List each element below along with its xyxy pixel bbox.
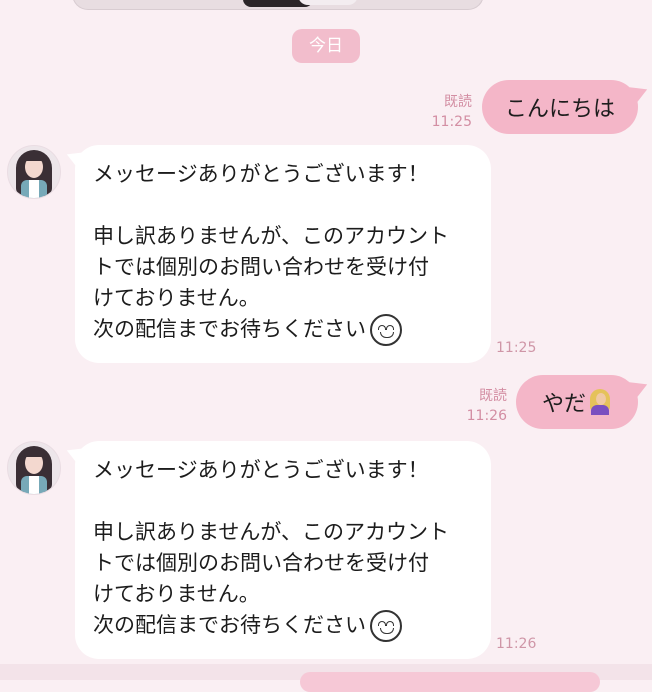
message-line: メッセージありがとうございます！	[93, 458, 429, 482]
previous-image-message[interactable]	[72, 0, 484, 10]
read-receipt: 既読	[479, 388, 507, 404]
input-bar-edge	[0, 664, 652, 692]
message-text: こんにちは	[504, 97, 615, 122]
message-line-with-emoji: 次の配信までお待ちください	[93, 610, 473, 642]
date-separator: 今日	[292, 29, 360, 63]
received-message-bubble[interactable]: メッセージありがとうございます！ 申し訳ありませんが、このアカウント トでは個別…	[75, 441, 491, 659]
image-content-highlight	[298, 0, 358, 5]
message-time: 11:25	[496, 340, 537, 356]
message-meta: 既読 11:25	[420, 92, 472, 132]
sent-message-bubble[interactable]: やだ	[516, 375, 638, 429]
message-time: 11:26	[466, 408, 507, 424]
message-line: 次の配信までお待ちください	[93, 317, 366, 341]
sender-avatar[interactable]	[7, 145, 61, 199]
message-meta: 既読 11:26	[455, 386, 507, 426]
received-message-bubble[interactable]: メッセージありがとうございます！ 申し訳ありませんが、このアカウント トでは個別…	[75, 145, 491, 363]
smiley-icon	[370, 314, 402, 346]
message-line: 次の配信までお待ちください	[93, 613, 366, 637]
read-receipt: 既読	[444, 94, 472, 110]
smiley-icon	[370, 610, 402, 642]
sender-avatar[interactable]	[7, 441, 61, 495]
person-gesturing-no-icon	[588, 389, 612, 415]
message-time: 11:25	[431, 114, 472, 130]
message-line-with-emoji: 次の配信までお待ちください	[93, 314, 473, 346]
message-paragraph: 申し訳ありませんが、このアカウント トでは個別のお問い合わせを受け付 けておりま…	[93, 520, 449, 606]
message-line: メッセージありがとうございます！	[93, 162, 429, 186]
message-time: 11:26	[496, 636, 537, 652]
sent-message-bubble[interactable]: こんにちは	[482, 80, 638, 134]
message-text: やだ	[541, 392, 586, 417]
message-paragraph: 申し訳ありませんが、このアカウント トでは個別のお問い合わせを受け付 けておりま…	[93, 224, 449, 310]
input-field-edge[interactable]	[300, 672, 600, 692]
